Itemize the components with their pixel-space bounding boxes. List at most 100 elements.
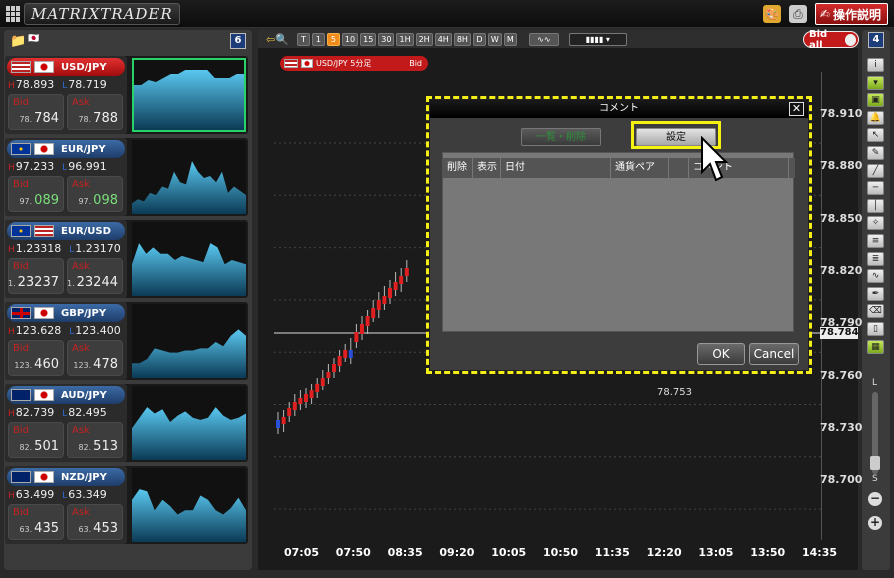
wave-icon[interactable]: ∿ <box>867 269 884 284</box>
chart-type-icon[interactable]: ∿∿ <box>528 32 559 46</box>
x-tick-label: 07:05 <box>284 546 320 559</box>
bid-all-toggle[interactable]: Bid all <box>803 28 859 51</box>
ask-button[interactable]: Ask 1. 23244 <box>67 258 123 294</box>
bid-label: Bid <box>13 179 29 190</box>
pair-info: AUD/JPY H82.739 L82.495 Bid 82. 501 Ask 82. 513 <box>5 384 127 462</box>
candle-type-select[interactable]: ▮▮▮▮ ▾ <box>568 32 627 46</box>
pair-name-tab[interactable]: EUR/JPY <box>7 140 125 158</box>
right-count-badge[interactable]: 4 <box>868 32 884 48</box>
ask-price-big: 78. <box>78 115 92 124</box>
ask-button[interactable]: Ask 63. 453 <box>67 504 123 540</box>
timeframe-button[interactable]: 4H <box>434 32 452 46</box>
pair-name-tab[interactable]: EUR/USD <box>7 222 125 240</box>
arrow-down-icon[interactable]: ▾ <box>867 75 884 90</box>
x-tick-label: 10:05 <box>491 546 527 559</box>
zoom-slider[interactable] <box>870 392 880 474</box>
pencil-icon[interactable]: ✎ <box>867 146 884 160</box>
ask-button[interactable]: Ask 123. 478 <box>67 340 123 376</box>
bid-button[interactable]: Bid 82. 501 <box>8 422 64 458</box>
channel-icon[interactable]: ≡ <box>867 234 884 248</box>
fibonacci-icon[interactable]: ≣ <box>867 251 884 266</box>
ask-button[interactable]: Ask 97. 098 <box>67 176 123 212</box>
x-tick-label: 10:50 <box>543 546 579 559</box>
cursor-icon[interactable]: ↖ <box>867 128 884 143</box>
bell-icon[interactable]: 🔔 <box>867 110 884 125</box>
sparkline-chart[interactable] <box>132 58 246 132</box>
printer-icon[interactable]: ⎙ <box>788 5 807 23</box>
fan-icon[interactable]: ✧ <box>867 216 884 231</box>
bid-button[interactable]: Bid 123. 460 <box>8 340 64 376</box>
bid-price-big: 97. <box>19 197 33 206</box>
sparkline-chart[interactable] <box>132 140 246 214</box>
slider-knob[interactable] <box>870 456 880 470</box>
palette-icon[interactable]: 🎨 <box>762 5 781 23</box>
picture-icon[interactable]: ▣ <box>867 93 884 108</box>
ask-label: Ask <box>72 261 90 272</box>
bid-button[interactable]: Bid 63. 435 <box>8 504 64 540</box>
horizontal-line-icon[interactable]: ─ <box>867 181 884 196</box>
ask-button[interactable]: Ask 82. 513 <box>67 422 123 458</box>
high-text: 78.893 <box>15 78 55 91</box>
pair-card[interactable]: GBP/JPY H123.628 L123.400 Bid 123. 460 Ask 123.… <box>5 302 248 380</box>
zoom-in-icon[interactable]: + <box>868 516 882 530</box>
pair-name-tab[interactable]: USD/JPY <box>7 58 125 76</box>
zoom-out-icon[interactable]: − <box>868 492 882 506</box>
pair-card[interactable]: AUD/JPY H82.739 L82.495 Bid 82. 501 Ask 82. 513 <box>5 384 248 462</box>
sparkline-chart[interactable] <box>132 468 246 542</box>
timeframe-button[interactable]: 10 <box>341 32 359 46</box>
timeframe-button[interactable]: 15 <box>360 32 377 46</box>
timeframe-button[interactable]: 5 <box>326 32 340 46</box>
bid-price-big: 63. <box>19 525 33 534</box>
candle-body <box>365 316 370 326</box>
candle-body <box>354 332 359 342</box>
vertical-line-icon[interactable]: │ <box>867 198 884 213</box>
timeframe-button[interactable]: 1 <box>311 32 325 46</box>
color-icon[interactable]: ▦ <box>867 339 884 354</box>
pair-card[interactable]: EUR/USD H1.23318 L1.23170 Bid 1. 23237 Ask 1. 23… <box>5 220 248 298</box>
eraser-icon[interactable]: ⌫ <box>867 304 884 319</box>
bid-all-label: Bid all <box>809 28 828 51</box>
ask-button[interactable]: Ask 78. 788 <box>67 94 123 130</box>
us-flag-icon <box>11 61 31 73</box>
sparkline-chart[interactable] <box>132 222 246 296</box>
timeframe-button[interactable]: D <box>472 32 486 46</box>
zoom-tool-icon[interactable]: ⇦🔍 <box>266 33 289 46</box>
candle-body <box>281 417 286 424</box>
bid-button[interactable]: Bid 1. 23237 <box>8 258 64 294</box>
timeframe-button[interactable]: 2H <box>415 32 433 46</box>
bid-button[interactable]: Bid 97. 089 <box>8 176 64 212</box>
pair-info: NZD/JPY H63.499 L63.349 Bid 63. 435 Ask 63. 453 <box>5 466 127 544</box>
logo-mark-icon <box>6 6 20 22</box>
pair-card[interactable]: EUR/JPY H97.233 L96.991 Bid 97. 089 Ask 97. 098 <box>5 138 248 216</box>
timeframe-button[interactable]: T <box>296 32 310 46</box>
bid-price: 82. 501 <box>19 439 59 454</box>
pair-name-tab[interactable]: AUD/JPY <box>7 386 125 404</box>
ask-price: 1. 23244 <box>67 275 118 290</box>
ask-price-pips: 453 <box>93 521 118 536</box>
help-button[interactable]: ✍ 操作説明 <box>814 3 888 25</box>
trend-line-icon[interactable]: ╱ <box>867 163 884 178</box>
ask-price-big: 1. <box>67 279 75 288</box>
low-value: L96.991 <box>62 160 107 173</box>
panel-count-badge[interactable]: 6 <box>230 33 246 49</box>
timeframe-button[interactable]: M <box>503 32 517 46</box>
pair-card[interactable]: NZD/JPY H63.499 L63.349 Bid 63. 435 Ask 63. 453 <box>5 466 248 544</box>
y-tick-label: 78.730 <box>820 420 863 434</box>
bid-price: 78. 784 <box>19 111 59 126</box>
bid-button[interactable]: Bid 78. 784 <box>8 94 64 130</box>
folder-icon[interactable]: 📁 🇯🇵 <box>10 34 39 49</box>
timeframe-button[interactable]: 8H <box>453 32 471 46</box>
pair-name-tab[interactable]: GBP/JPY <box>7 304 125 322</box>
pair-card[interactable]: USD/JPY H78.893 L78.719 Bid 78. 784 Ask 78. 788 <box>5 56 248 134</box>
sparkline-chart[interactable] <box>132 304 246 378</box>
timeframe-button[interactable]: 1H <box>396 32 414 46</box>
timeframe-button[interactable]: 30 <box>378 32 395 46</box>
info-icon[interactable]: i <box>867 58 884 72</box>
text-icon[interactable]: ✒ <box>867 286 884 301</box>
trash-icon[interactable]: ▯ <box>867 322 884 336</box>
pair-name-tab[interactable]: NZD/JPY <box>7 468 125 486</box>
timeframe-button[interactable]: W <box>487 32 502 46</box>
pair-name: EUR/USD <box>61 225 111 237</box>
sparkline-chart[interactable] <box>132 386 246 460</box>
high-low-row: H97.233 L96.991 <box>8 160 126 173</box>
